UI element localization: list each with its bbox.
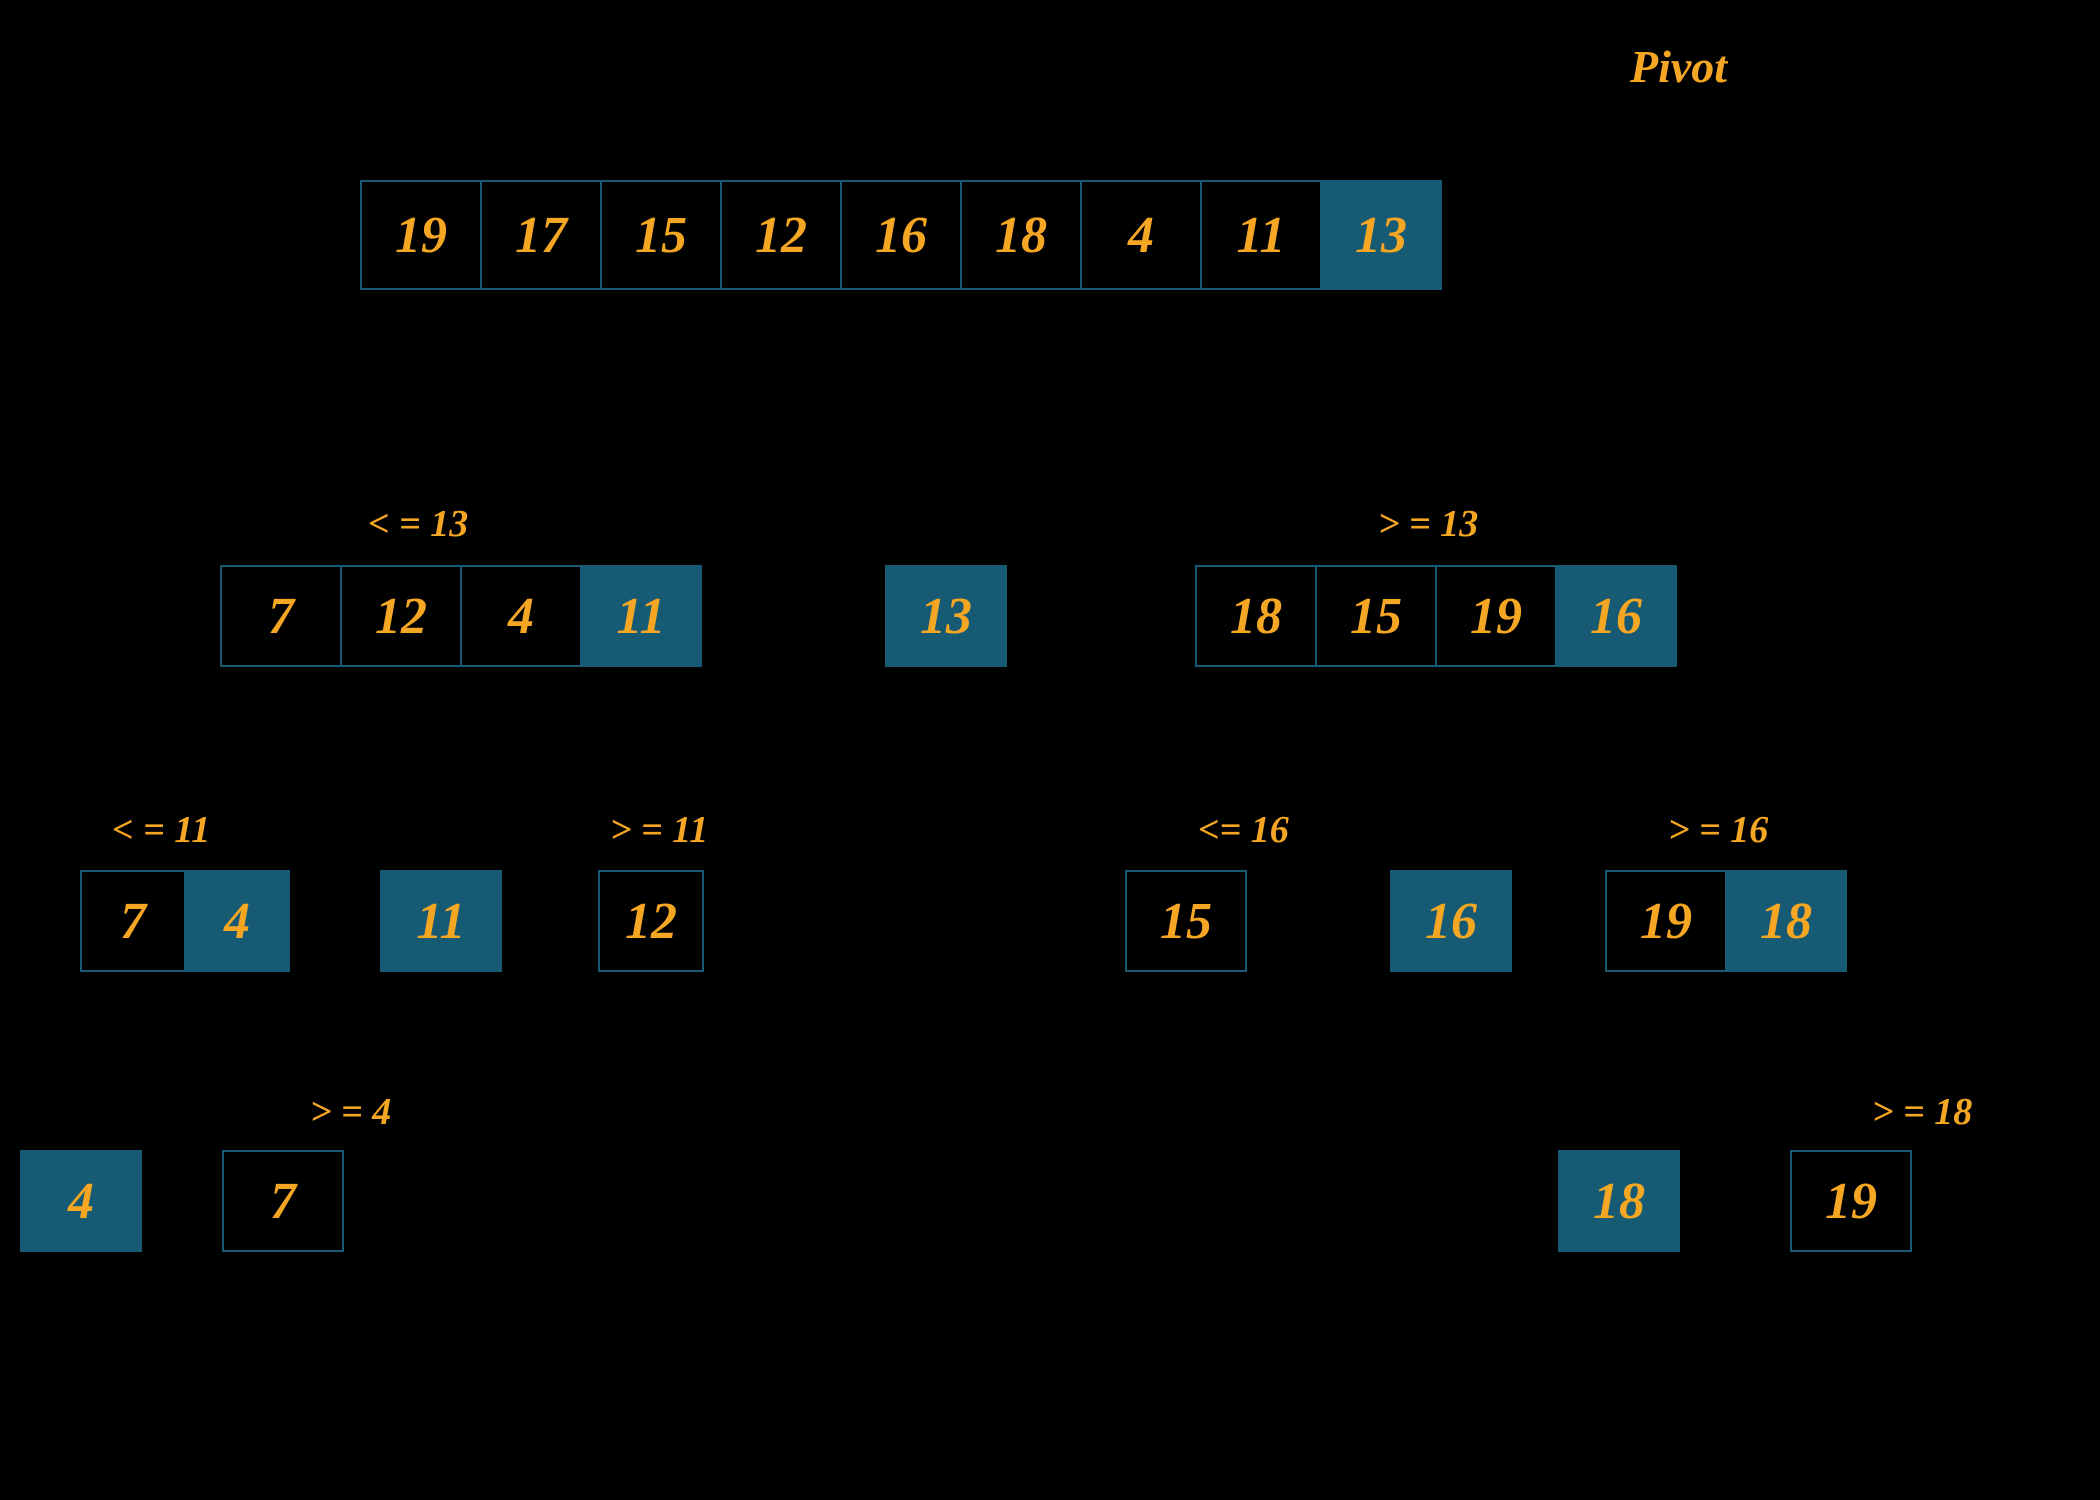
cell: 19 <box>1435 565 1557 667</box>
cell: 17 <box>480 180 602 290</box>
pivot-cell: 13 <box>1320 180 1442 290</box>
array-row-3-e: 16 <box>1390 870 1512 972</box>
array-row-4-a: 4 <box>20 1150 142 1252</box>
array-row-4-d: 19 <box>1790 1150 1912 1252</box>
cell: 4 <box>460 565 582 667</box>
array-row-2-left: 7 12 4 11 <box>220 565 702 667</box>
partition-label: > = 4 <box>310 1090 391 1134</box>
array-row-2-right: 18 15 19 16 <box>1195 565 1677 667</box>
pivot-cell: 13 <box>885 565 1007 667</box>
cell: 4 <box>1080 180 1202 290</box>
partition-label: > = 11 <box>610 808 708 852</box>
cell: 7 <box>222 1150 344 1252</box>
cell: 7 <box>80 870 186 972</box>
partition-label: > = 16 <box>1668 808 1768 852</box>
array-row-2-mid: 13 <box>885 565 1007 667</box>
pivot-cell: 4 <box>20 1150 142 1252</box>
array-row-4-c: 18 <box>1558 1150 1680 1252</box>
cell: 12 <box>340 565 462 667</box>
partition-label: < = 13 <box>368 502 468 546</box>
cell: 16 <box>840 180 962 290</box>
pivot-cell: 18 <box>1725 870 1847 972</box>
cell: 19 <box>1790 1150 1912 1252</box>
cell: 18 <box>1195 565 1317 667</box>
cell: 11 <box>1200 180 1322 290</box>
cell: 19 <box>360 180 482 290</box>
array-row-4-b: 7 <box>222 1150 344 1252</box>
array-row-3-d: 15 <box>1125 870 1247 972</box>
pivot-cell: 11 <box>380 870 502 972</box>
cell: 15 <box>600 180 722 290</box>
cell: 18 <box>960 180 1082 290</box>
array-row-1: 19 17 15 12 16 18 4 11 13 <box>360 180 1442 290</box>
cell: 15 <box>1125 870 1247 972</box>
pivot-cell: 4 <box>184 870 290 972</box>
array-row-3-b: 11 <box>380 870 502 972</box>
pivot-cell: 11 <box>580 565 702 667</box>
pivot-cell: 18 <box>1558 1150 1680 1252</box>
cell: 7 <box>220 565 342 667</box>
cell: 15 <box>1315 565 1437 667</box>
partition-label: < = 11 <box>112 808 210 852</box>
array-row-3-f: 19 18 <box>1605 870 1847 972</box>
array-row-3-a: 7 4 <box>80 870 290 972</box>
cell: 12 <box>598 870 704 972</box>
cell: 19 <box>1605 870 1727 972</box>
partition-label: <= 16 <box>1198 808 1289 852</box>
pivot-label: Pivot <box>1630 40 1727 93</box>
partition-label: > = 18 <box>1872 1090 1972 1134</box>
array-row-3-c: 12 <box>598 870 704 972</box>
cell: 12 <box>720 180 842 290</box>
partition-label: > = 13 <box>1378 502 1478 546</box>
pivot-cell: 16 <box>1390 870 1512 972</box>
pivot-cell: 16 <box>1555 565 1677 667</box>
